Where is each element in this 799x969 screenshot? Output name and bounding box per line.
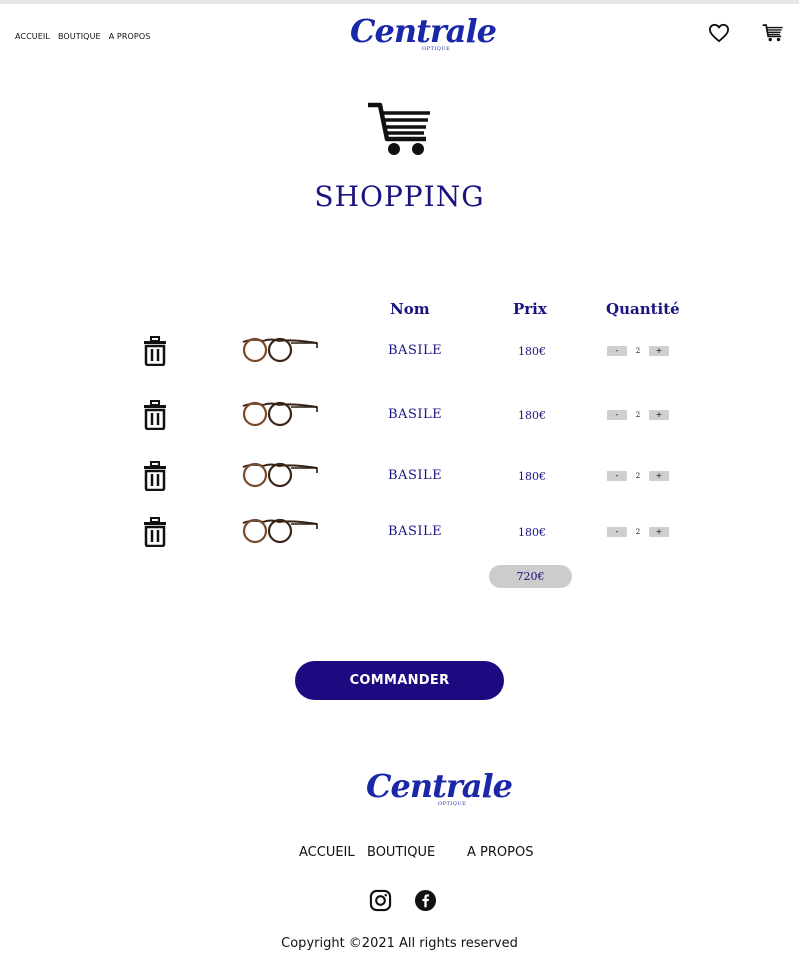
column-header-name: Nom [390, 300, 430, 318]
cart-row: BASILE 180€ - 2 + [0, 461, 799, 501]
footer-nav-a-propos[interactable]: A PROPOS [467, 845, 533, 860]
nav-a-propos[interactable]: A PROPOS [109, 32, 151, 41]
header-logo[interactable]: Centrale OPTIQUE [350, 12, 497, 52]
cart-row: BASILE 180€ - 2 + [0, 517, 799, 557]
page-title: SHOPPING [314, 180, 485, 213]
column-header-price: Prix [513, 300, 547, 318]
footer-nav-boutique[interactable]: BOUTIQUE [367, 845, 435, 860]
logo-text: Centrale [366, 767, 513, 805]
logo-text: Centrale [350, 12, 497, 50]
logo-subtitle: OPTIQUE [438, 801, 467, 807]
decrease-button[interactable]: - [607, 527, 627, 537]
hero-cart-icon [366, 101, 432, 161]
instagram-icon[interactable] [369, 889, 392, 916]
product-name[interactable]: BASILE [388, 407, 442, 422]
product-price: 180€ [518, 345, 546, 358]
decrease-button[interactable]: - [607, 410, 627, 420]
quantity-value[interactable]: 2 [627, 410, 649, 420]
cart-total: 720€ [489, 565, 572, 588]
nav-boutique[interactable]: BOUTIQUE [58, 32, 101, 41]
product-name[interactable]: BASILE [388, 468, 442, 483]
header-nav: ACCUEIL BOUTIQUE A PROPOS [15, 32, 150, 41]
trash-icon[interactable] [143, 461, 167, 495]
product-name[interactable]: BASILE [388, 343, 442, 358]
glasses-image [241, 517, 319, 549]
glasses-image [241, 400, 319, 432]
quantity-value[interactable]: 2 [627, 471, 649, 481]
quantity-value[interactable]: 2 [627, 346, 649, 356]
decrease-button[interactable]: - [607, 346, 627, 356]
quantity-stepper: - 2 + [607, 346, 669, 356]
nav-accueil[interactable]: ACCUEIL [15, 32, 50, 41]
quantity-value[interactable]: 2 [627, 527, 649, 537]
glasses-image [241, 461, 319, 493]
quantity-stepper: - 2 + [607, 527, 669, 537]
order-button[interactable]: COMMANDER [295, 661, 504, 700]
trash-icon[interactable] [143, 336, 167, 370]
logo-subtitle: OPTIQUE [422, 46, 451, 52]
product-name[interactable]: BASILE [388, 524, 442, 539]
glasses-image [241, 336, 319, 368]
product-price: 180€ [518, 526, 546, 539]
quantity-stepper: - 2 + [607, 471, 669, 481]
trash-icon[interactable] [143, 517, 167, 551]
facebook-icon[interactable] [414, 889, 437, 916]
increase-button[interactable]: + [649, 346, 669, 356]
quantity-stepper: - 2 + [607, 410, 669, 420]
decrease-button[interactable]: - [607, 471, 627, 481]
increase-button[interactable]: + [649, 471, 669, 481]
copyright-text: Copyright ©2021 All rights reserved [281, 936, 518, 951]
product-price: 180€ [518, 409, 546, 422]
column-header-quantity: Quantité [606, 300, 680, 318]
increase-button[interactable]: + [649, 410, 669, 420]
increase-button[interactable]: + [649, 527, 669, 537]
footer-logo[interactable]: Centrale OPTIQUE [366, 767, 513, 807]
footer-nav-accueil[interactable]: ACCUEIL [299, 845, 355, 860]
product-price: 180€ [518, 470, 546, 483]
browser-top-strip [0, 0, 799, 4]
cart-icon[interactable] [762, 23, 784, 47]
trash-icon[interactable] [143, 400, 167, 434]
heart-icon[interactable] [708, 23, 730, 47]
cart-row: BASILE 180€ - 2 + [0, 400, 799, 440]
cart-row: BASILE 180€ - 2 + [0, 336, 799, 376]
